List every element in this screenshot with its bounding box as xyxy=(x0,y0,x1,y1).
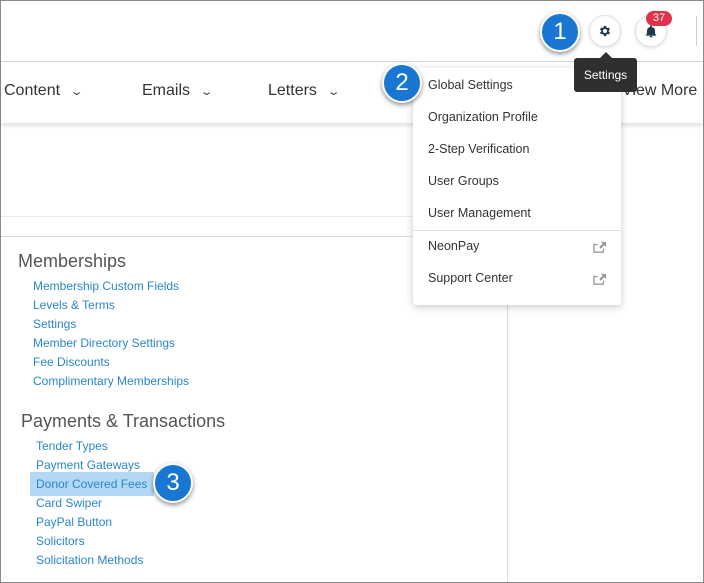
header-divider xyxy=(696,16,697,46)
link-payment-gateways[interactable]: Payment Gateways xyxy=(36,458,140,472)
link-complimentary-memberships[interactable]: Complimentary Memberships xyxy=(33,374,189,388)
nav-item-label: Emails xyxy=(142,82,191,99)
gear-icon xyxy=(599,25,611,37)
link-solicitors[interactable]: Solicitors xyxy=(36,534,85,548)
menu-item-2-step-verification[interactable]: 2-Step Verification xyxy=(428,142,529,156)
notification-badge: 37 xyxy=(646,11,672,26)
menu-item-support-center[interactable]: Support Center xyxy=(428,271,513,285)
section-title-payments: Payments & Transactions xyxy=(21,411,226,431)
menu-item-global-settings[interactable]: Global Settings xyxy=(428,78,513,92)
menu-item-user-groups[interactable]: User Groups xyxy=(428,174,499,188)
link-tender-types[interactable]: Tender Types xyxy=(36,439,108,453)
step-marker-1: 1 xyxy=(540,12,580,52)
step-marker-3: 3 xyxy=(153,463,193,503)
nav-item-label: Content xyxy=(4,82,61,99)
external-link-icon xyxy=(593,241,606,253)
menu-item-user-management[interactable]: User Management xyxy=(428,206,531,220)
menu-item-neonpay[interactable]: NeonPay xyxy=(428,239,479,253)
settings-button[interactable] xyxy=(589,15,621,47)
menu-item-organization-profile[interactable]: Organization Profile xyxy=(428,110,538,124)
settings-tooltip: Settings xyxy=(574,52,637,92)
link-membership-settings[interactable]: Settings xyxy=(33,317,76,331)
link-card-swiper[interactable]: Card Swiper xyxy=(36,496,102,510)
step-marker-2: 2 xyxy=(382,63,422,103)
link-fee-discounts[interactable]: Fee Discounts xyxy=(33,355,110,369)
settings-dropdown-menu: Global Settings Organization Profile 2-S… xyxy=(413,68,621,305)
link-member-directory-settings[interactable]: Member Directory Settings xyxy=(33,336,175,350)
nav-item-emails[interactable]: Emails ⌄ xyxy=(142,82,214,100)
link-paypal-button[interactable]: PayPal Button xyxy=(36,515,112,529)
nav-item-letters[interactable]: Letters ⌄ xyxy=(268,82,341,100)
menu-separator xyxy=(413,230,621,231)
link-membership-custom-fields[interactable]: Membership Custom Fields xyxy=(33,279,179,293)
nav-item-label: Letters xyxy=(268,82,317,99)
chevron-down-icon: ⌄ xyxy=(199,85,214,98)
chevron-down-icon: ⌄ xyxy=(69,85,84,98)
external-link-icon xyxy=(593,273,606,285)
nav-item-content[interactable]: Content ⌄ xyxy=(4,82,84,100)
link-levels-terms[interactable]: Levels & Terms xyxy=(33,298,115,312)
section-title-memberships: Memberships xyxy=(18,251,127,271)
link-donor-covered-fees[interactable]: Donor Covered Fees xyxy=(36,477,147,491)
link-solicitation-methods[interactable]: Solicitation Methods xyxy=(36,553,143,567)
chevron-down-icon: ⌄ xyxy=(326,85,341,98)
